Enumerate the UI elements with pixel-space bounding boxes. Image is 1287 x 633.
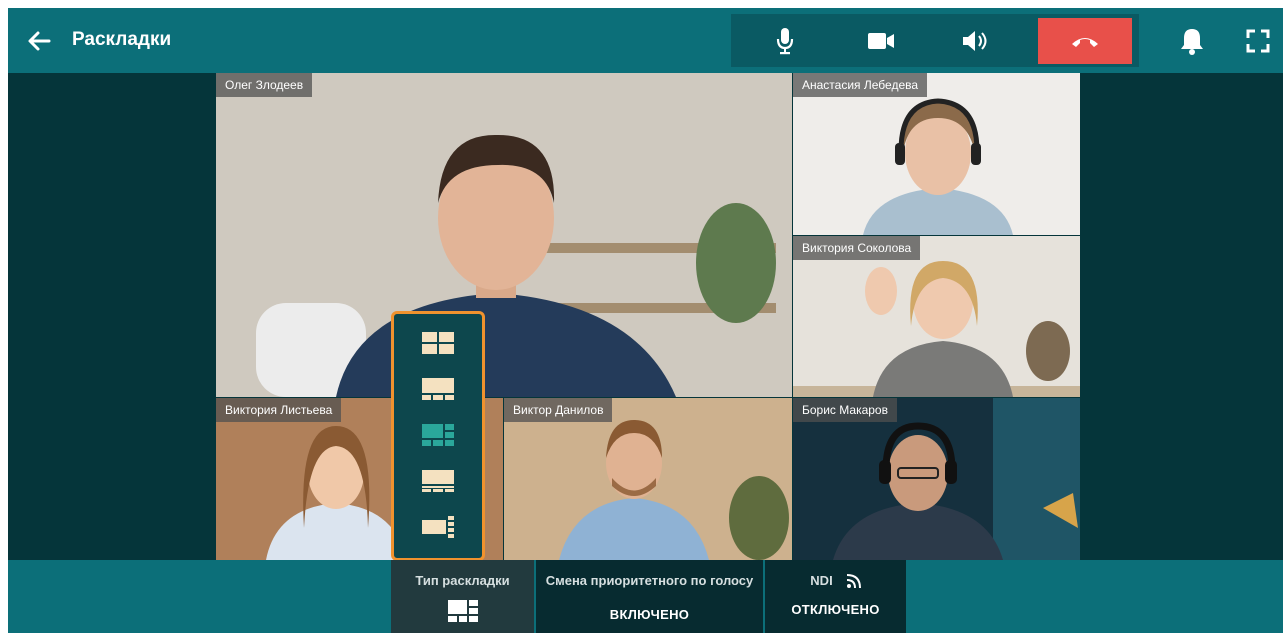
layout-main-sidebar-icon xyxy=(422,424,454,446)
fullscreen-icon xyxy=(1246,29,1270,53)
top-bar: Раскладки xyxy=(8,8,1283,73)
layout-grid-icon xyxy=(447,600,478,622)
layout-option-grid[interactable] xyxy=(421,330,455,356)
layout-grid-icon xyxy=(422,332,454,354)
back-button[interactable] xyxy=(24,26,54,56)
layout-type-label: Тип раскладки xyxy=(415,573,510,588)
call-controls xyxy=(731,14,1139,67)
layout-option-main-right-list[interactable] xyxy=(421,514,455,540)
video-tile-main[interactable]: Олег Злодеев xyxy=(216,73,792,397)
ndi-header: NDI xyxy=(765,573,906,588)
bell-icon xyxy=(1181,29,1203,55)
participant-name: Борис Макаров xyxy=(793,398,897,422)
layout-right-list-icon xyxy=(422,516,454,538)
speaker-icon xyxy=(963,31,987,51)
layout-option-speaker-bottom[interactable] xyxy=(421,468,455,494)
ndi-value: ОТКЛЮЧЕНО xyxy=(791,602,880,617)
participant-video xyxy=(504,398,792,560)
participant-name: Анастасия Лебедева xyxy=(793,73,928,97)
participant-name: Виктор Данилов xyxy=(504,398,613,422)
layout-option-speaker-top[interactable] xyxy=(421,376,455,402)
hangup-button[interactable] xyxy=(1038,18,1132,64)
video-tile[interactable]: Борис Макаров xyxy=(793,398,1080,560)
microphone-button[interactable] xyxy=(767,23,803,59)
participant-video xyxy=(216,73,792,397)
speaker-button[interactable] xyxy=(955,23,999,59)
voice-priority-toggle[interactable]: Смена приоритетного по голосу ВКЛЮЧЕНО xyxy=(536,560,763,633)
video-camera-icon xyxy=(868,33,894,49)
video-grid: Олег Злодеев Анастасия Лебедева Виктория… xyxy=(216,73,1080,560)
arrow-left-icon xyxy=(28,31,51,51)
ndi-label: NDI xyxy=(810,573,833,588)
notifications-button[interactable] xyxy=(1178,26,1206,56)
camera-button[interactable] xyxy=(859,23,903,59)
phone-hangup-icon xyxy=(1072,38,1098,47)
participant-name: Виктория Листьева xyxy=(216,398,342,422)
layout-type-button[interactable]: Тип раскладки xyxy=(391,560,534,633)
conference-app: Раскладки Олег Злодеев Анастасия Лебедев… xyxy=(8,8,1283,633)
rss-icon xyxy=(846,573,861,588)
participant-name: Олег Злодеев xyxy=(216,73,313,97)
layout-selector-popup xyxy=(391,311,485,561)
participant-video xyxy=(793,73,1080,235)
participant-video xyxy=(793,236,1080,397)
page-title: Раскладки xyxy=(72,29,172,50)
participant-video xyxy=(793,398,1080,560)
voice-priority-label: Смена приоритетного по голосу xyxy=(545,573,754,588)
voice-priority-value: ВКЛЮЧЕНО xyxy=(609,607,690,622)
microphone-icon xyxy=(776,28,794,55)
participant-name: Виктория Соколова xyxy=(793,236,921,260)
layout-option-main-with-sidebar[interactable] xyxy=(421,422,455,448)
video-tile[interactable]: Виктория Соколова xyxy=(793,236,1080,397)
layout-speaker-bottom-icon xyxy=(422,470,454,492)
video-tile[interactable]: Виктор Данилов xyxy=(504,398,792,560)
video-tile[interactable]: Анастасия Лебедева xyxy=(793,73,1080,235)
ndi-toggle[interactable]: NDI ОТКЛЮЧЕНО xyxy=(765,560,906,633)
bottom-bar: Тип раскладки Смена приоритетного по гол… xyxy=(8,560,1283,633)
layout-speaker-top-icon xyxy=(422,378,454,400)
fullscreen-button[interactable] xyxy=(1245,28,1271,54)
